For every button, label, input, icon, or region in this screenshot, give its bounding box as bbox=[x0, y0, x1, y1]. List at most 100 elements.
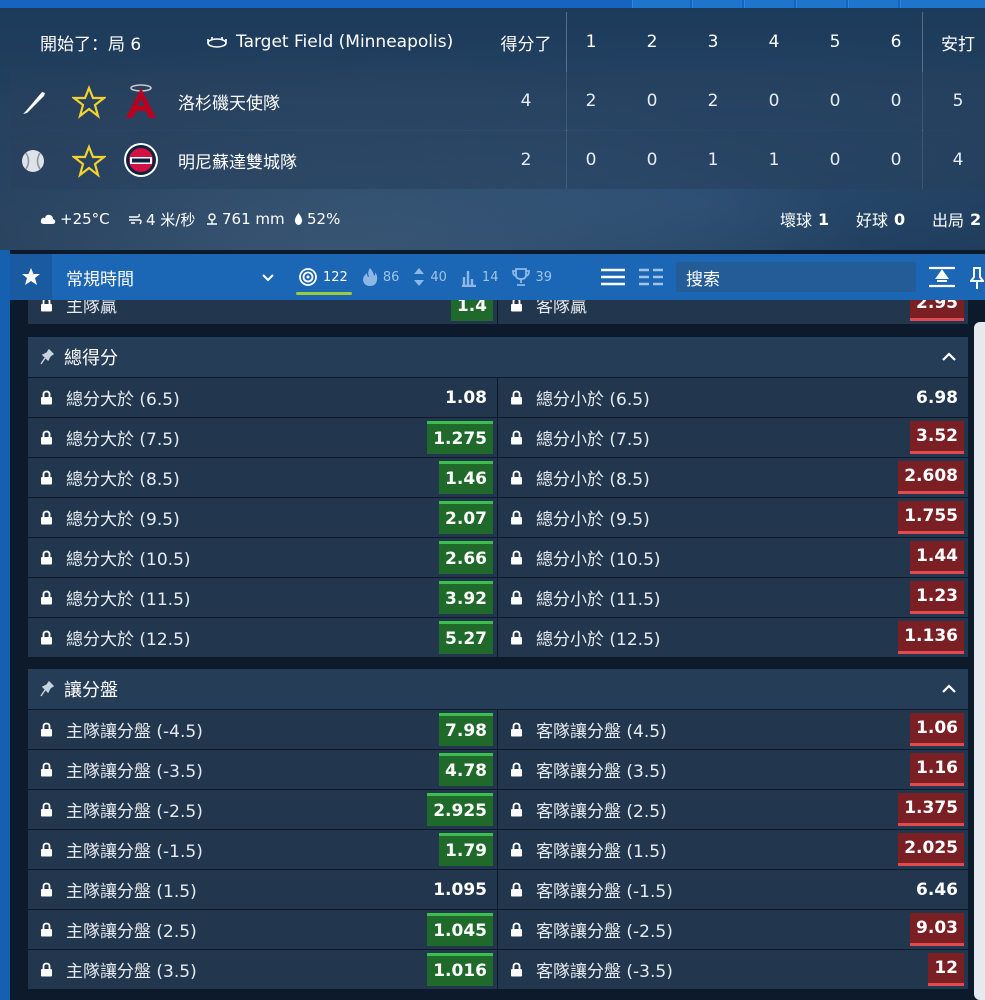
odds-value[interactable]: 9.03 bbox=[910, 913, 964, 946]
lock-icon bbox=[511, 390, 522, 405]
filter-specials[interactable]: 39 bbox=[512, 254, 552, 300]
filter-popular[interactable]: 86 bbox=[362, 254, 399, 300]
market-outcome-home[interactable]: 主隊讓分盤 (3.5) 1.016 bbox=[28, 950, 497, 989]
odds-value[interactable]: 2.95 bbox=[910, 300, 964, 321]
odds-value[interactable]: 12 bbox=[928, 953, 964, 986]
filter-stats[interactable]: 14 bbox=[461, 254, 498, 300]
market-outcome-away[interactable]: 總分小於 (12.5) 1.136 bbox=[498, 618, 968, 657]
market-outcome-away[interactable]: 總分小於 (8.5) 2.608 bbox=[498, 458, 968, 497]
odds-value[interactable]: 1.79 bbox=[439, 833, 493, 866]
odds-value[interactable]: 1.045 bbox=[427, 913, 493, 946]
filter-all[interactable]: 122 bbox=[296, 254, 352, 300]
odds-value[interactable]: 1.275 bbox=[427, 421, 493, 454]
market-outcome-home[interactable]: 主隊讓分盤 (-3.5) 4.78 bbox=[28, 750, 497, 789]
market-outcome-away[interactable]: 客隊讓分盤 (-3.5) 12 bbox=[498, 950, 968, 989]
twins-logo-icon bbox=[124, 143, 158, 177]
odds-value[interactable]: 1.4 bbox=[450, 300, 493, 321]
market-outcome-home[interactable]: 總分大於 (9.5) 2.07 bbox=[28, 498, 497, 537]
market-outcome-home[interactable]: 主隊讓分盤 (-4.5) 7.98 bbox=[28, 710, 497, 749]
lock-icon bbox=[511, 630, 522, 645]
odds-value[interactable]: 1.16 bbox=[910, 753, 964, 786]
chevron-up-icon[interactable] bbox=[940, 681, 958, 697]
market-outcome-away[interactable]: 總分小於 (9.5) 1.755 bbox=[498, 498, 968, 537]
market-section-header[interactable]: 總得分 bbox=[28, 337, 968, 377]
market-outcome-home[interactable]: 總分大於 (11.5) 3.92 bbox=[28, 578, 497, 617]
odds-value[interactable]: 4.78 bbox=[439, 753, 493, 786]
lock-icon bbox=[41, 802, 52, 817]
top-tab[interactable] bbox=[744, 0, 794, 8]
list-view-icon[interactable] bbox=[600, 266, 626, 288]
chevron-up-icon[interactable] bbox=[940, 349, 958, 365]
market-row: 主隊讓分盤 (2.5) 1.045 客隊讓分盤 (-2.5) 9.03 bbox=[28, 910, 968, 949]
filter-count: 39 bbox=[535, 269, 553, 285]
odds-value[interactable]: 7.98 bbox=[439, 713, 493, 746]
collapse-all-icon[interactable] bbox=[928, 266, 956, 288]
market-outcome-away[interactable]: 客隊讓分盤 (1.5) 2.025 bbox=[498, 830, 968, 869]
scrollbar[interactable] bbox=[974, 322, 985, 1000]
market-outcome-home[interactable]: 總分大於 (6.5) 1.08 bbox=[28, 378, 497, 417]
markets-list: 主隊贏 1.4 客隊贏 2.95 總得分 總分大於 (6.5) 1.08 總分小於 (6.5)… bbox=[28, 300, 968, 1000]
odds-value[interactable]: 1.095 bbox=[427, 873, 493, 906]
period-select[interactable]: 常規時間 bbox=[54, 254, 286, 300]
odds-value[interactable]: 1.08 bbox=[439, 381, 493, 414]
filter-totals[interactable]: 40 bbox=[413, 254, 447, 300]
odds-value[interactable]: 3.52 bbox=[910, 421, 964, 454]
market-outcome-home[interactable]: 主隊讓分盤 (-1.5) 1.79 bbox=[28, 830, 497, 869]
odds-value[interactable]: 2.608 bbox=[898, 461, 964, 494]
angels-logo-icon bbox=[126, 84, 156, 118]
top-tab[interactable] bbox=[796, 0, 846, 8]
market-outcome-away[interactable]: 總分小於 (7.5) 3.52 bbox=[498, 418, 968, 457]
col-inning-4: 4 bbox=[768, 32, 780, 52]
odds-value[interactable]: 1.136 bbox=[898, 621, 964, 654]
market-outcome-away[interactable]: 總分小於 (11.5) 1.23 bbox=[498, 578, 968, 617]
grid-view-icon[interactable] bbox=[638, 266, 664, 288]
top-tab[interactable] bbox=[692, 0, 742, 8]
odds-value[interactable]: 2.66 bbox=[439, 541, 493, 574]
market-outcome-home[interactable]: 總分大於 (8.5) 1.46 bbox=[28, 458, 497, 497]
market-outcome-home[interactable]: 主隊讓分盤 (1.5) 1.095 bbox=[28, 870, 497, 909]
market-outcome-away[interactable]: 客隊贏 2.95 bbox=[498, 300, 968, 324]
odds-value[interactable]: 1.46 bbox=[439, 461, 493, 494]
odds-value[interactable]: 1.44 bbox=[910, 541, 964, 574]
odds-value[interactable]: 5.27 bbox=[439, 621, 493, 654]
odds-value[interactable]: 2.07 bbox=[439, 501, 493, 534]
odds-value[interactable]: 1.375 bbox=[898, 793, 964, 826]
favorite-star-icon[interactable] bbox=[72, 85, 106, 119]
favorite-star-icon[interactable] bbox=[72, 144, 106, 178]
market-outcome-home[interactable]: 總分大於 (7.5) 1.275 bbox=[28, 418, 497, 457]
favorites-button[interactable] bbox=[10, 254, 52, 300]
market-outcome-away[interactable]: 客隊讓分盤 (4.5) 1.06 bbox=[498, 710, 968, 749]
pin-icon[interactable] bbox=[40, 349, 54, 365]
odds-value[interactable]: 1.755 bbox=[898, 501, 964, 534]
market-outcome-home[interactable]: 總分大於 (12.5) 5.27 bbox=[28, 618, 497, 657]
odds-value[interactable]: 6.46 bbox=[910, 873, 964, 906]
top-tab[interactable] bbox=[848, 0, 898, 8]
market-outcome-away[interactable]: 總分小於 (6.5) 6.98 bbox=[498, 378, 968, 417]
market-outcome-home[interactable]: 主隊讓分盤 (2.5) 1.045 bbox=[28, 910, 497, 949]
market-row: 主隊讓分盤 (3.5) 1.016 客隊讓分盤 (-3.5) 12 bbox=[28, 950, 968, 989]
market-section-header[interactable]: 讓分盤 bbox=[28, 669, 968, 709]
pin-icon[interactable] bbox=[970, 266, 984, 290]
odds-value[interactable]: 2.025 bbox=[898, 833, 964, 866]
market-outcome-home[interactable]: 主隊讓分盤 (-2.5) 2.925 bbox=[28, 790, 497, 829]
odds-value[interactable]: 2.925 bbox=[427, 793, 493, 826]
odds-value[interactable]: 1.23 bbox=[910, 581, 964, 614]
col-inning-1: 1 bbox=[585, 32, 597, 52]
odds-value[interactable]: 3.92 bbox=[439, 581, 493, 614]
market-outcome-away[interactable]: 客隊讓分盤 (-1.5) 6.46 bbox=[498, 870, 968, 909]
balls-label: 壞球 bbox=[780, 211, 813, 230]
market-outcome-away[interactable]: 總分小於 (10.5) 1.44 bbox=[498, 538, 968, 577]
market-outcome-away[interactable]: 客隊讓分盤 (3.5) 1.16 bbox=[498, 750, 968, 789]
market-outcome-away[interactable]: 客隊讓分盤 (2.5) 1.375 bbox=[498, 790, 968, 829]
search-input[interactable]: 搜索 bbox=[676, 262, 916, 292]
market-outcome-away[interactable]: 客隊讓分盤 (-2.5) 9.03 bbox=[498, 910, 968, 949]
top-tab[interactable] bbox=[900, 0, 985, 8]
market-outcome-home[interactable]: 總分大於 (10.5) 2.66 bbox=[28, 538, 497, 577]
odds-value[interactable]: 1.016 bbox=[427, 953, 493, 986]
market-outcome-home[interactable]: 主隊贏 1.4 bbox=[28, 300, 497, 324]
pin-icon[interactable] bbox=[40, 681, 54, 697]
odds-value[interactable]: 1.06 bbox=[910, 713, 964, 746]
lock-icon bbox=[511, 922, 522, 937]
odds-value[interactable]: 6.98 bbox=[910, 381, 964, 414]
top-tab[interactable] bbox=[632, 0, 690, 8]
